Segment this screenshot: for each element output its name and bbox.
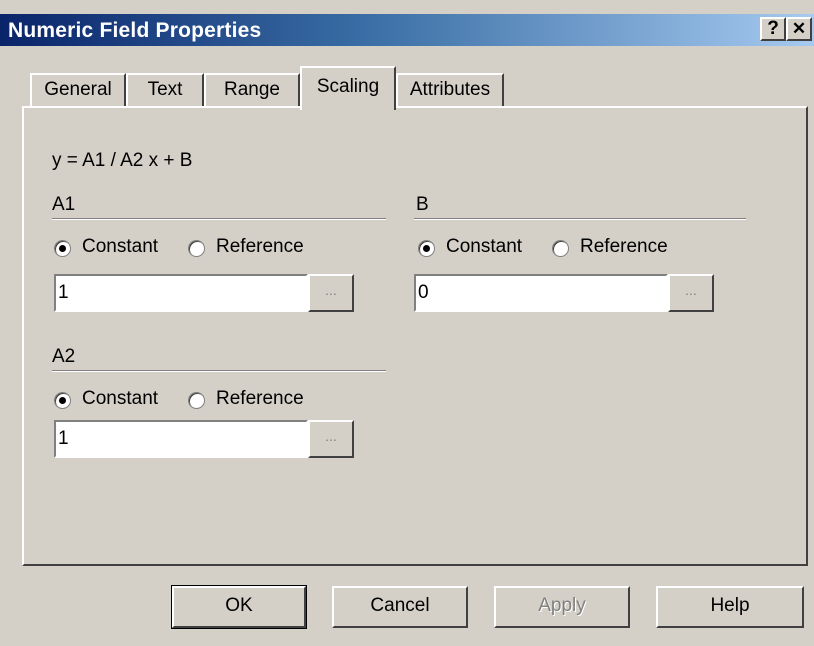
b-reference-radio[interactable] xyxy=(552,240,569,257)
help-icon[interactable]: ? xyxy=(760,17,786,41)
a2-separator xyxy=(52,370,386,372)
apply-button[interactable]: Apply xyxy=(494,586,630,628)
ok-button[interactable]: OK xyxy=(171,585,307,629)
a1-browse-button[interactable]: ... xyxy=(308,274,354,312)
b-browse-button[interactable]: ... xyxy=(668,274,714,312)
close-icon[interactable]: ✕ xyxy=(786,17,812,41)
tab-general[interactable]: General xyxy=(30,73,126,107)
a1-constant-label[interactable]: Constant xyxy=(82,236,158,258)
window-title: Numeric Field Properties xyxy=(8,19,262,42)
title-bar[interactable]: Numeric Field Properties ? ✕ xyxy=(0,14,814,46)
a2-constant-label[interactable]: Constant xyxy=(82,388,158,410)
a2-reference-label[interactable]: Reference xyxy=(216,388,304,410)
b-value-field[interactable]: 0 xyxy=(414,274,668,312)
a2-value-field[interactable]: 1 xyxy=(54,420,308,458)
dialog-window: Numeric Field Properties ? ✕ General Tex… xyxy=(0,0,814,646)
b-separator xyxy=(414,218,746,220)
a1-constant-radio[interactable] xyxy=(54,240,71,257)
a2-group-title: A2 xyxy=(52,346,76,367)
a2-reference-radio[interactable] xyxy=(188,392,205,409)
help-button[interactable]: Help xyxy=(656,586,804,628)
a1-group-title: A1 xyxy=(52,194,76,215)
tab-text[interactable]: Text xyxy=(126,73,204,107)
a1-value-field[interactable]: 1 xyxy=(54,274,308,312)
tab-attributes[interactable]: Attributes xyxy=(396,73,504,107)
a2-browse-button[interactable]: ... xyxy=(308,420,354,458)
cancel-button[interactable]: Cancel xyxy=(332,586,468,628)
a1-reference-radio[interactable] xyxy=(188,240,205,257)
b-reference-label[interactable]: Reference xyxy=(580,236,668,258)
scaling-formula: y = A1 / A2 x + B xyxy=(52,150,193,171)
b-constant-radio[interactable] xyxy=(418,240,435,257)
scaling-panel: y = A1 / A2 x + B A1 Constant Reference … xyxy=(22,106,808,566)
b-group-title: B xyxy=(416,194,429,215)
a1-reference-label[interactable]: Reference xyxy=(216,236,304,258)
a1-separator xyxy=(52,218,386,220)
a2-constant-radio[interactable] xyxy=(54,392,71,409)
tab-range[interactable]: Range xyxy=(204,73,300,107)
tab-scaling[interactable]: Scaling xyxy=(300,66,396,110)
b-constant-label[interactable]: Constant xyxy=(446,236,522,258)
